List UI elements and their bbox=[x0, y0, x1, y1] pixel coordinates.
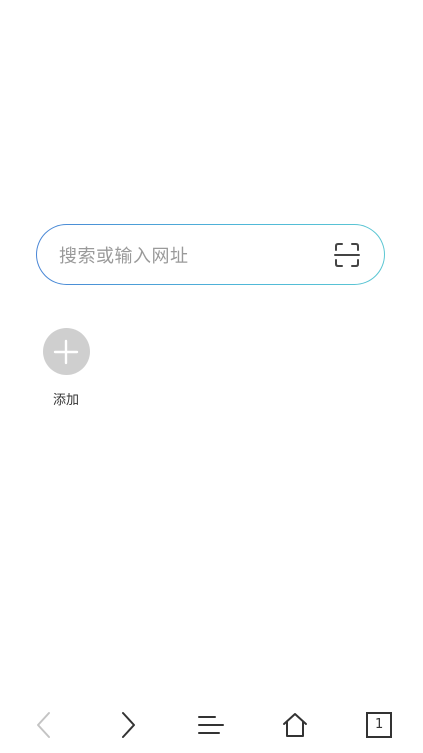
search-box[interactable]: 搜索或输入网址 bbox=[36, 224, 385, 285]
chevron-left-icon bbox=[36, 712, 50, 738]
forward-button[interactable] bbox=[98, 699, 158, 751]
home-icon bbox=[283, 713, 308, 737]
shortcut-add[interactable]: 添加 bbox=[42, 328, 90, 408]
bottom-nav-bar: 1 bbox=[0, 697, 423, 753]
add-shortcut-label: 添加 bbox=[52, 393, 79, 408]
search-placeholder[interactable]: 搜索或输入网址 bbox=[59, 242, 189, 268]
tab-count: 1 bbox=[374, 717, 384, 732]
menu-icon bbox=[198, 716, 225, 734]
scan-icon[interactable] bbox=[334, 242, 360, 268]
home-button[interactable] bbox=[265, 699, 325, 751]
chevron-right-icon bbox=[121, 712, 135, 738]
menu-button[interactable] bbox=[181, 699, 241, 751]
back-button[interactable] bbox=[14, 699, 74, 751]
tabs-icon: 1 bbox=[366, 712, 393, 738]
add-shortcut-button[interactable] bbox=[42, 328, 90, 375]
browser-home-page: { "search": { "placeholder": "搜索或输入网址", … bbox=[0, 0, 423, 753]
plus-icon bbox=[53, 339, 79, 364]
tabs-button[interactable]: 1 bbox=[349, 699, 409, 751]
